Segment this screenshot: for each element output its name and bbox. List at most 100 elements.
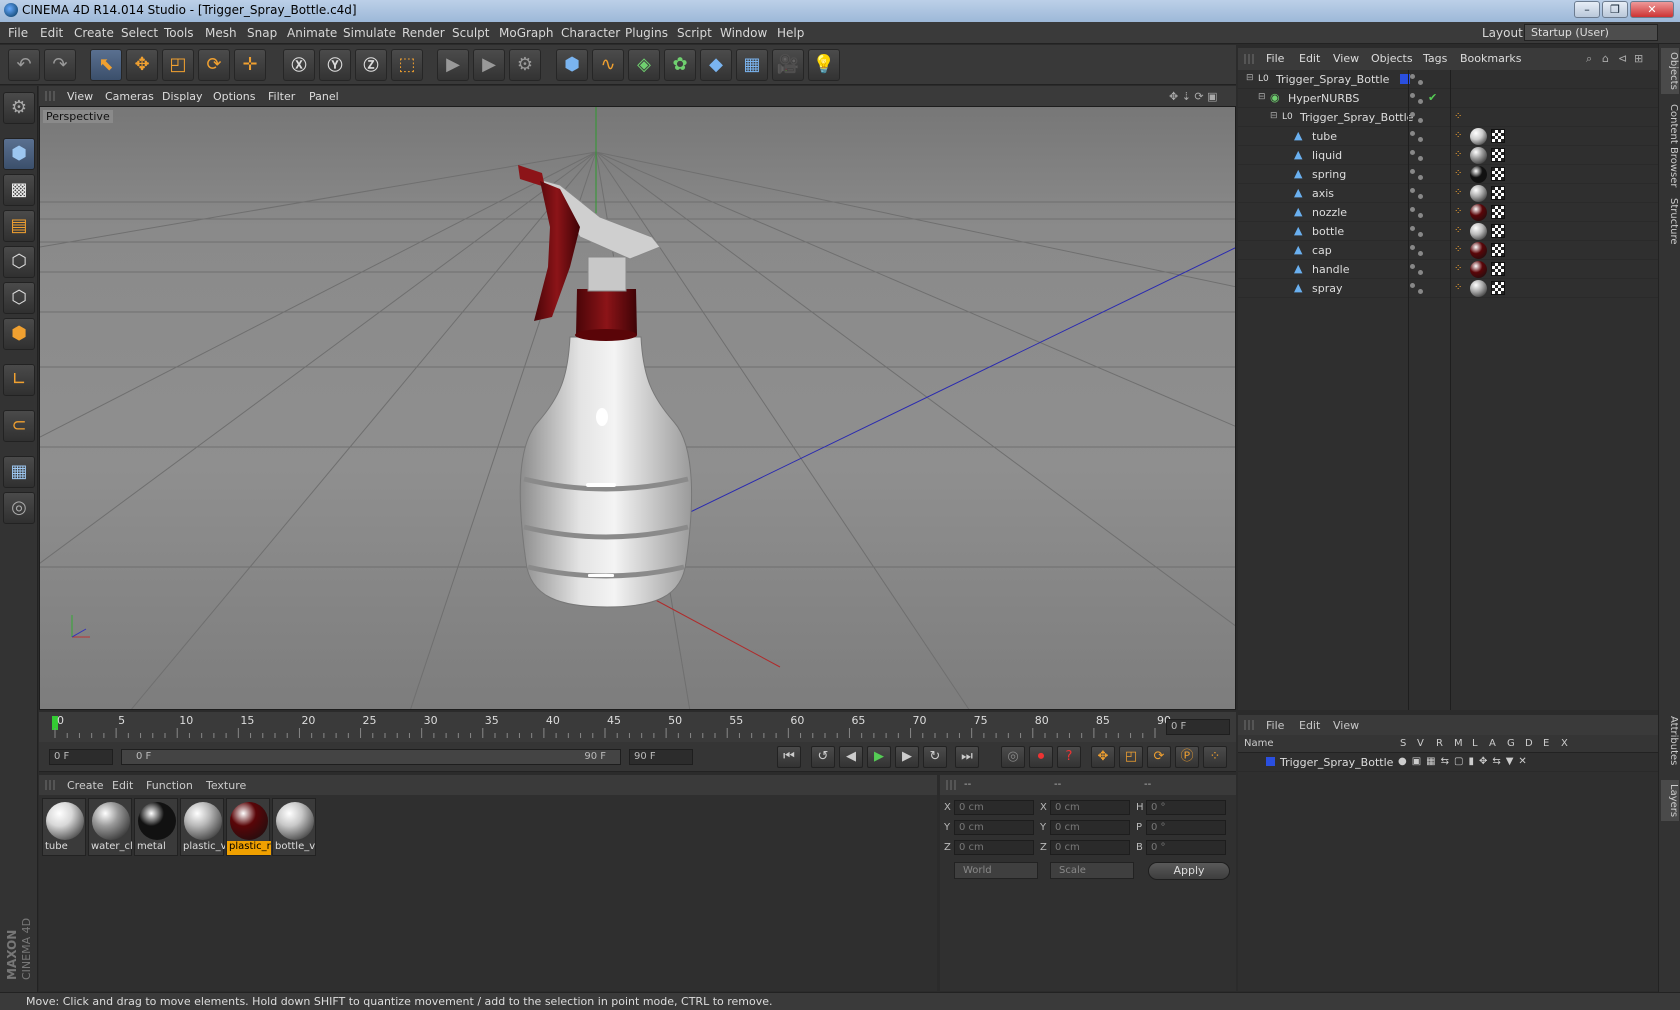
auto-keying-icon[interactable]: ⏺ (1029, 746, 1053, 768)
render-view-icon[interactable]: ▶ (437, 49, 469, 81)
menu-select[interactable]: Select (121, 26, 158, 40)
new-view-icon[interactable]: ⊞ (1634, 52, 1643, 65)
y-axis-icon[interactable]: Ⓨ (319, 49, 351, 81)
texture-tag-icon[interactable] (1491, 186, 1505, 200)
redo-icon[interactable]: ↷ (44, 49, 76, 81)
x-axis-icon[interactable]: Ⓧ (283, 49, 315, 81)
material-tag-icon[interactable] (1470, 242, 1487, 259)
menu-mograph[interactable]: MoGraph (499, 26, 554, 40)
phong-tag-icon[interactable]: ⁘ (1454, 207, 1463, 217)
object-name[interactable]: Trigger_Spray_Bottle (1300, 111, 1413, 124)
visibility-dot[interactable] (1410, 245, 1415, 250)
key-parameter-icon[interactable]: Ⓟ (1175, 746, 1199, 768)
object-name[interactable]: spring (1312, 168, 1346, 181)
viewport-menu-filter[interactable]: Filter (268, 90, 295, 103)
visibility-dot[interactable] (1410, 150, 1415, 155)
floor-icon[interactable]: ▦ (736, 49, 768, 81)
phong-tag-icon[interactable]: ⁘ (1454, 226, 1463, 236)
phong-tag-icon[interactable]: ⁘ (1454, 283, 1463, 293)
material-tag-icon[interactable] (1470, 185, 1487, 202)
visibility-dot[interactable] (1410, 131, 1415, 136)
object-name[interactable]: Trigger_Spray_Bottle (1276, 73, 1389, 86)
object-name[interactable]: HyperNURBS (1288, 92, 1359, 105)
z-axis-icon[interactable]: Ⓩ (355, 49, 387, 81)
collapse-icon[interactable]: ⊟ (1270, 111, 1278, 121)
objects-menu-objects[interactable]: Objects (1371, 52, 1413, 65)
rot-h-field[interactable]: 0 ° (1146, 800, 1226, 815)
tab-layers[interactable]: Layers (1661, 780, 1679, 822)
previous-frame-icon[interactable]: ◀ (839, 746, 863, 768)
viewport-menu-display[interactable]: Display (162, 90, 203, 103)
object-name[interactable]: bottle (1312, 225, 1344, 238)
visibility-dot[interactable] (1418, 194, 1423, 199)
menu-mesh[interactable]: Mesh (205, 26, 237, 40)
visibility-dot[interactable] (1418, 99, 1423, 104)
layers-menu-view[interactable]: View (1333, 719, 1359, 732)
visibility-dot[interactable] (1418, 270, 1423, 275)
deformer-icon[interactable]: ◆ (700, 49, 732, 81)
layer-name[interactable]: Trigger_Spray_Bottle (1280, 756, 1393, 769)
workplane-lock-icon[interactable]: ▦ (3, 456, 35, 488)
size-x-field[interactable]: 0 cm (1050, 800, 1130, 815)
material-menu-texture[interactable]: Texture (206, 779, 246, 792)
visibility-dot[interactable] (1418, 156, 1423, 161)
visibility-dot[interactable] (1410, 169, 1415, 174)
menu-character[interactable]: Character (561, 26, 620, 40)
material-menu-function[interactable]: Function (146, 779, 193, 792)
objects-menu-file[interactable]: File (1266, 52, 1284, 65)
search-icon[interactable]: ⌕ (1586, 52, 1592, 66)
object-name[interactable]: nozzle (1312, 206, 1347, 219)
live-selection-icon[interactable]: ⬉ (90, 49, 122, 81)
texture-tag-icon[interactable] (1491, 281, 1505, 295)
visibility-dot[interactable] (1418, 175, 1423, 180)
phong-tag-icon[interactable]: ⁘ (1454, 131, 1463, 141)
object-row[interactable]: ▲ tube ⁘ (1238, 127, 1658, 146)
subdivision-icon[interactable]: ◈ (628, 49, 660, 81)
menu-snap[interactable]: Snap (247, 26, 277, 40)
texture-tag-icon[interactable] (1491, 243, 1505, 257)
viewport-menu-options[interactable]: Options (213, 90, 255, 103)
menu-animate[interactable]: Animate (287, 26, 337, 40)
object-row[interactable]: ⊟ ◉ HyperNURBS ✔ (1238, 89, 1658, 108)
object-name[interactable]: handle (1312, 263, 1350, 276)
object-row[interactable]: ▲ spring ⁘ (1238, 165, 1658, 184)
material-item[interactable]: water_cl (88, 798, 133, 856)
cube-icon[interactable]: ⬢ (556, 49, 588, 81)
camera-icon[interactable]: 🎥 (772, 49, 804, 81)
object-name[interactable]: axis (1312, 187, 1334, 200)
material-menu-edit[interactable]: Edit (112, 779, 133, 792)
enabled-check-icon[interactable]: ✔ (1428, 91, 1437, 104)
minimize-button[interactable]: – (1574, 1, 1600, 18)
layers-menu-file[interactable]: File (1266, 719, 1284, 732)
texture-tag-icon[interactable] (1491, 262, 1505, 276)
phong-tag-icon[interactable]: ⁘ (1454, 112, 1463, 122)
coordinate-mode-dropdown[interactable]: World (954, 862, 1038, 879)
visibility-dot[interactable] (1410, 93, 1415, 98)
undo-icon[interactable]: ↶ (8, 49, 40, 81)
size-y-field[interactable]: 0 cm (1050, 820, 1130, 835)
menu-plugins[interactable]: Plugins (625, 26, 668, 40)
phong-tag-icon[interactable]: ⁘ (1454, 245, 1463, 255)
object-row[interactable]: ▲ cap ⁘ (1238, 241, 1658, 260)
key-pla-icon[interactable]: ⁘ (1203, 746, 1227, 768)
layout-dropdown[interactable]: Startup (User) (1524, 24, 1658, 41)
current-frame-field[interactable]: 0 F (1166, 719, 1230, 735)
visibility-dot[interactable] (1418, 289, 1423, 294)
preview-range-slider[interactable]: 0 F 90 F (121, 749, 621, 765)
material-tag-icon[interactable] (1470, 223, 1487, 240)
end-frame-field[interactable]: 90 F (629, 749, 693, 765)
object-row[interactable]: ▲ liquid ⁘ (1238, 146, 1658, 165)
phong-tag-icon[interactable]: ⁘ (1454, 169, 1463, 179)
visibility-dot[interactable] (1410, 283, 1415, 288)
menu-script[interactable]: Script (677, 26, 712, 40)
visibility-dot[interactable] (1410, 207, 1415, 212)
material-item[interactable]: bottle_v (272, 798, 316, 856)
points-mode-icon[interactable]: ⬡ (3, 246, 35, 278)
material-tag-icon[interactable] (1470, 261, 1487, 278)
menu-file[interactable]: File (8, 26, 28, 40)
object-row[interactable]: ▲ spray ⁘ (1238, 279, 1658, 298)
menu-window[interactable]: Window (720, 26, 767, 40)
key-rotation-icon[interactable]: ⟳ (1147, 746, 1171, 768)
phong-tag-icon[interactable]: ⁘ (1454, 188, 1463, 198)
menu-edit[interactable]: Edit (40, 26, 63, 40)
